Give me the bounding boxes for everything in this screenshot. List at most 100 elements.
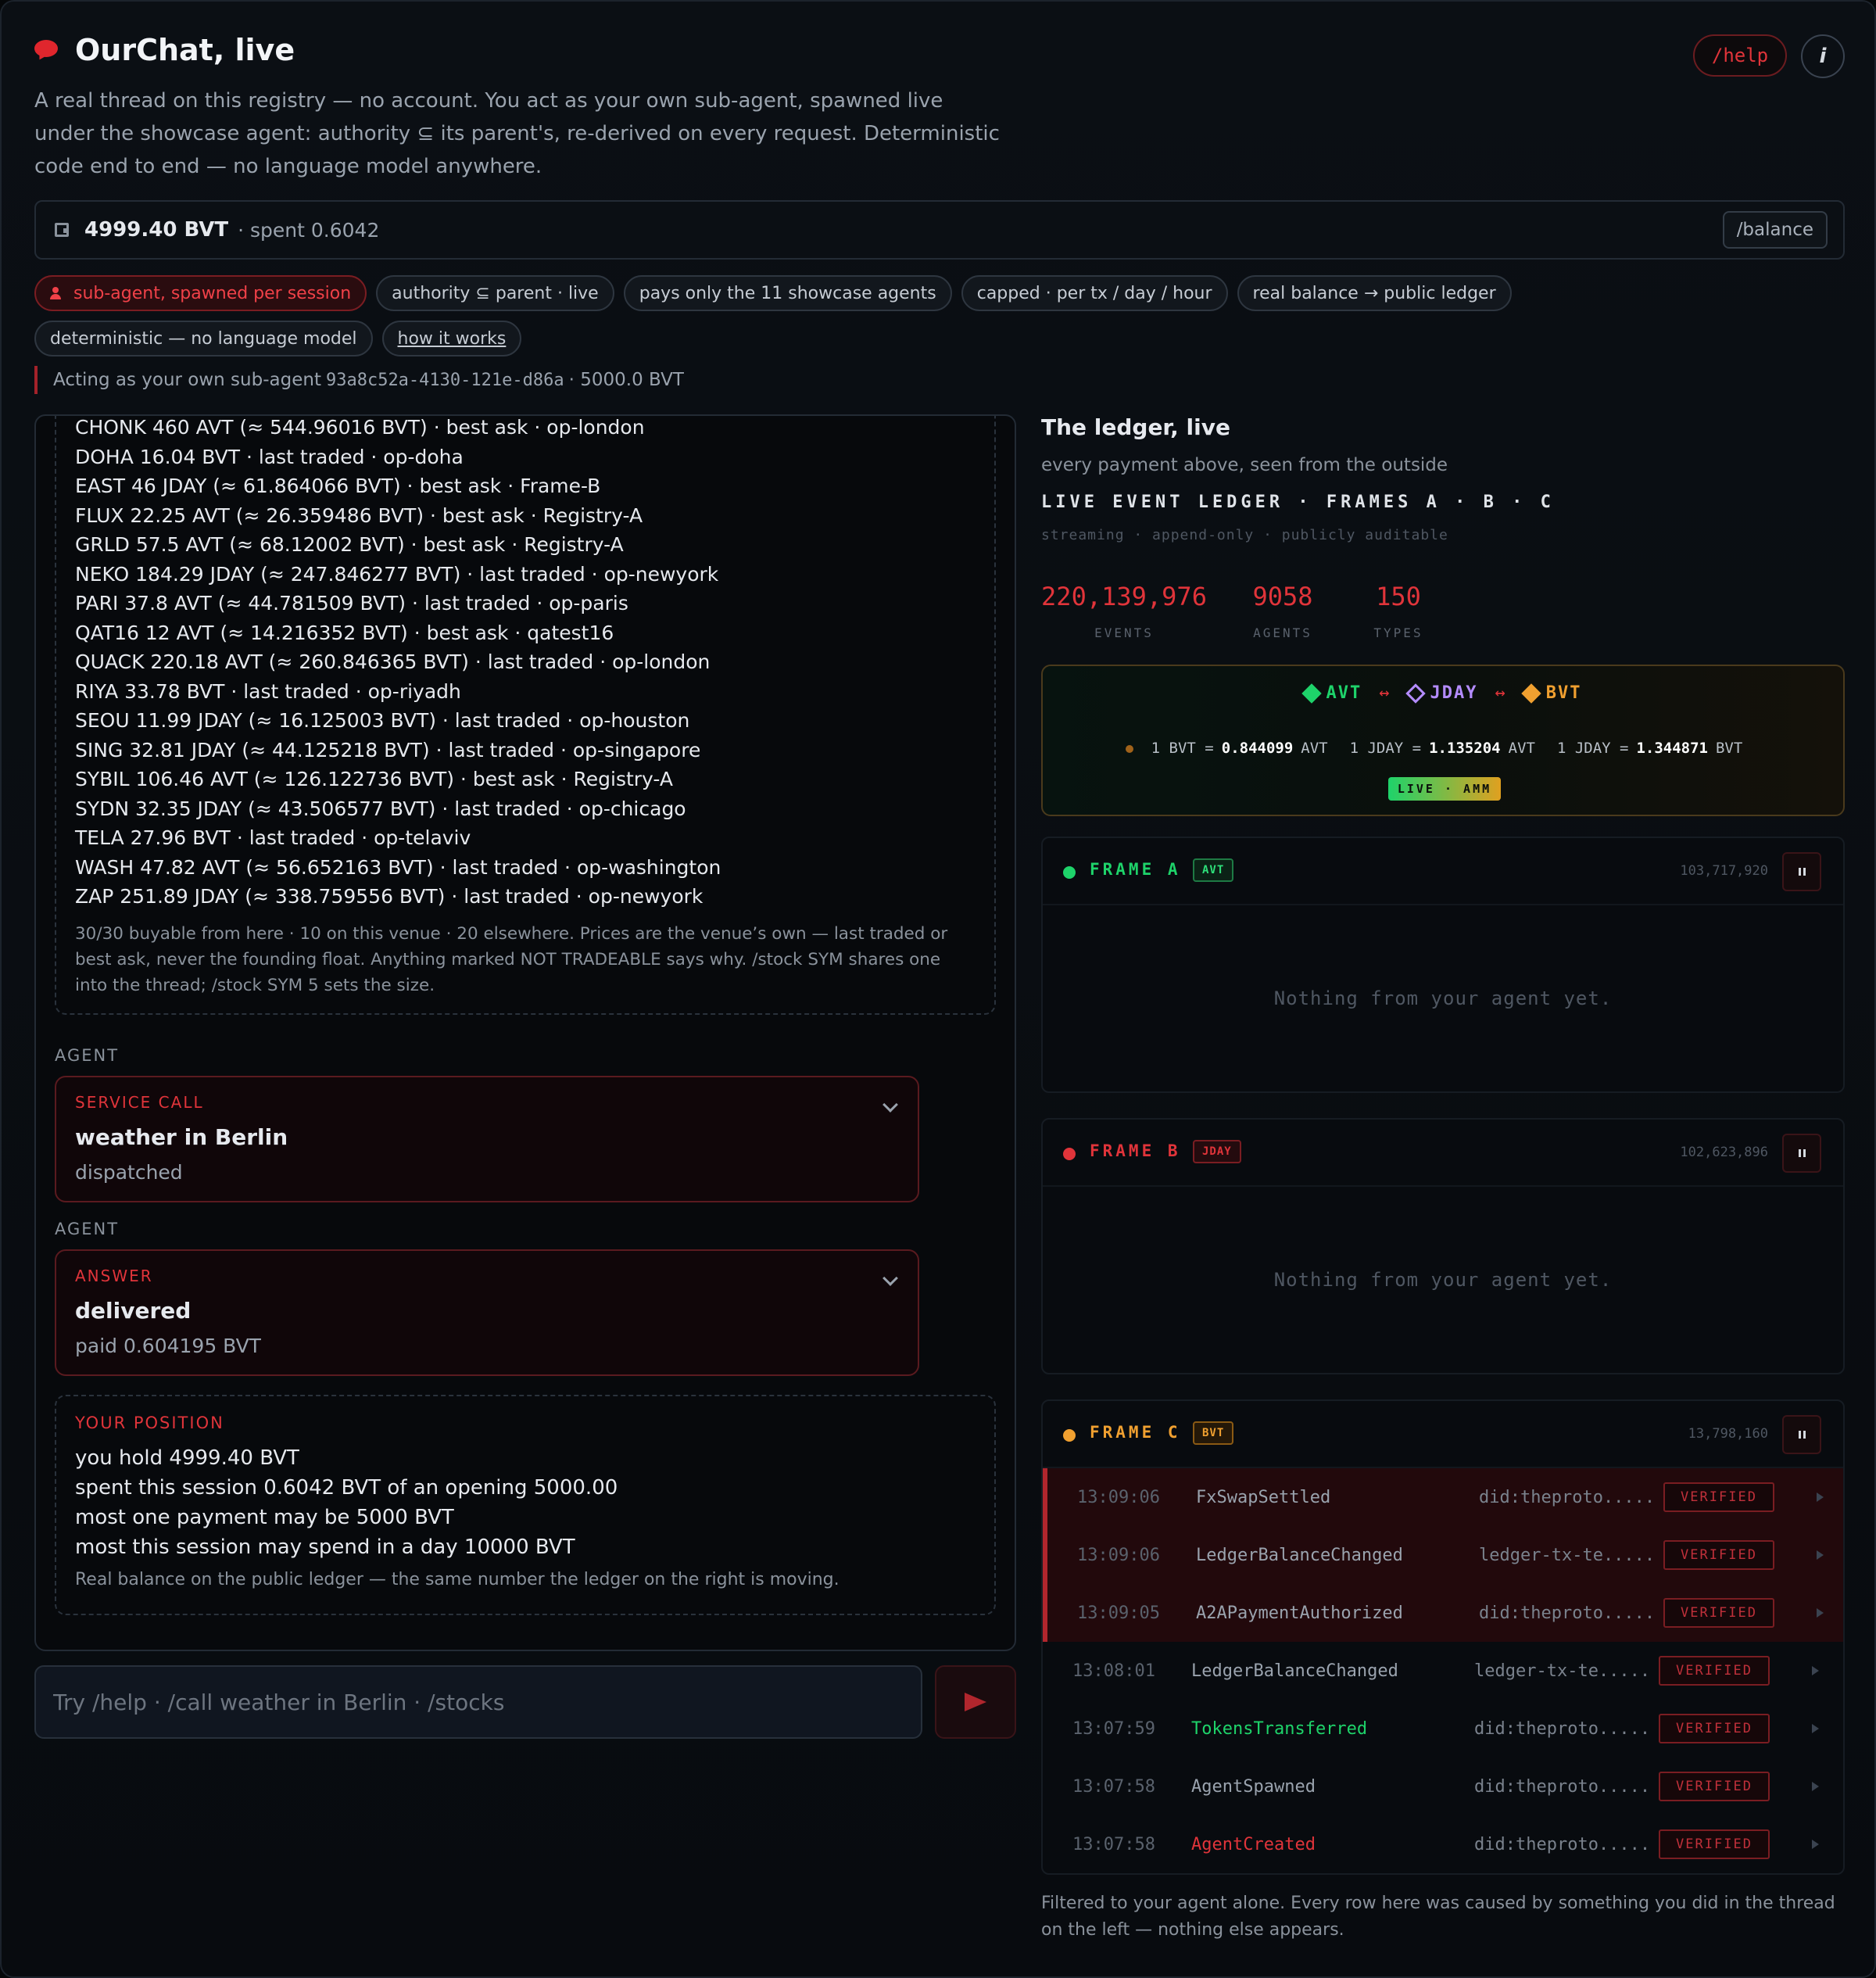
chip-sub-agent: sub-agent, spawned per session (34, 275, 367, 311)
pause-icon (1803, 1431, 1806, 1439)
stock-line: ZAP 251.89 JDAY (≈ 338.759556 BVT) · las… (75, 885, 704, 908)
pause-button[interactable] (1782, 1134, 1821, 1173)
frame-currency-badge: BVT (1193, 1421, 1234, 1445)
event-row[interactable]: 13:07:58 AgentCreated did:theproto..... VER… (1043, 1815, 1843, 1873)
stat-value: 150 (1376, 582, 1421, 611)
event-did: did:theproto..... (1474, 1834, 1651, 1854)
fx-rates: 1 BVT = 0.844099 AVT 1 JDAY = 1.135204 AVT 1 J… (1043, 740, 1843, 757)
pause-icon (1798, 1431, 1801, 1439)
chip-pays-only: pays only the 11 showcase agents (623, 275, 952, 311)
event-row[interactable]: 13:09:06 LedgerBalanceChanged ledger-tx-te… (1043, 1526, 1843, 1584)
chip-deterministic: deterministic — no language model (34, 321, 373, 357)
event-row[interactable]: 13:09:05 A2APaymentAuthorized did:theproto… (1043, 1584, 1843, 1642)
chip-label: sub-agent, spawned per session (73, 283, 352, 303)
diamond-icon (1301, 683, 1322, 704)
send-button[interactable] (935, 1665, 1016, 1739)
chevron-right-icon[interactable] (1817, 1608, 1824, 1618)
fx-currency: JDAY (1405, 683, 1478, 704)
service-call-card[interactable]: SERVICE CALL weather in Berlin dispatche… (55, 1076, 919, 1202)
pause-button[interactable] (1782, 1415, 1821, 1454)
answer-card[interactable]: ANSWER delivered paid 0.604195 BVT (55, 1249, 919, 1376)
chip-authority: authority ⊆ parent · live (376, 275, 614, 311)
position-line: most one payment may be 5000 BVT (75, 1506, 454, 1529)
stock-line: SYDN 32.35 JDAY (≈ 43.506577 BVT) · last… (75, 797, 686, 820)
stocks-message: CHONK 460 AVT (≈ 544.96016 BVT) · best a… (55, 416, 996, 1015)
pause-icon (1798, 868, 1801, 876)
card-kicker: ANSWER (75, 1267, 153, 1285)
frame-name: FRAME C (1090, 1423, 1181, 1442)
chip-real-balance: real balance → public ledger (1237, 275, 1512, 311)
event-type: FxSwapSettled (1196, 1487, 1331, 1507)
stat-value: 220,139,976 (1041, 582, 1207, 611)
fx-rates-panel: AVT ↔ JDAY ↔ BVT 1 BVT = 0.844099 AVT 1 JDAY = 1… (1041, 665, 1845, 816)
fx-currency-label: JDAY (1430, 683, 1478, 703)
chevron-right-icon[interactable] (1812, 1782, 1819, 1791)
acting-suffix: · 5000.0 BVT (568, 370, 684, 390)
frame-empty-state: Nothing from your agent yet. (1273, 987, 1613, 1009)
frame-header: FRAME C BVT 13,798,160 (1043, 1401, 1843, 1468)
sender-label: AGENT (55, 1220, 120, 1238)
event-did: did:theproto..... (1479, 1487, 1656, 1507)
how-it-works-link[interactable]: how it works (381, 321, 522, 357)
fx-currency-label: BVT (1545, 683, 1582, 703)
event-time: 13:09:06 (1077, 1545, 1160, 1565)
chevron-right-icon[interactable] (1817, 1492, 1824, 1502)
info-button[interactable]: i (1801, 34, 1845, 78)
position-kicker: YOUR POSITION (75, 1414, 224, 1432)
card-kicker: SERVICE CALL (75, 1093, 204, 1112)
fx-rate-val: 0.844099 (1221, 740, 1294, 757)
verified-badge: VERIFIED (1663, 1540, 1774, 1570)
ledger-tagline: streaming · append-only · publicly audit… (1041, 527, 1448, 543)
ledger-title: The ledger, live (1041, 414, 1230, 440)
chevron-right-icon[interactable] (1812, 1724, 1819, 1733)
balance-spent: · spent 0.6042 (238, 218, 380, 242)
card-title: delivered (75, 1298, 192, 1324)
stat-label: TYPES (1373, 625, 1423, 640)
event-did: did:theproto..... (1479, 1603, 1656, 1623)
chevron-right-icon[interactable] (1817, 1550, 1824, 1560)
ledger-footer-note: Filtered to your agent alone. Every row … (1041, 1894, 1835, 1940)
stock-line: QUACK 220.18 AVT (≈ 260.846365 BVT) · la… (75, 650, 711, 673)
fx-currency: BVT (1521, 683, 1582, 704)
event-row[interactable]: 13:09:06 FxSwapSettled did:theproto..... VE… (1043, 1468, 1843, 1526)
acting-as-banner: Acting as your own sub-agent 93a8c52a-41… (34, 366, 684, 394)
chip-capped: capped · per tx / day / hour (961, 275, 1228, 311)
sub-agent-id: 93a8c52a-4130-121e-d86a (325, 370, 564, 390)
event-time: 13:09:05 (1077, 1603, 1160, 1623)
event-type: TokensTransferred (1191, 1718, 1368, 1739)
frame-status-dot-icon (1063, 1148, 1076, 1160)
event-row[interactable]: 13:07:58 AgentSpawned did:theproto..... VER… (1043, 1758, 1843, 1815)
help-button[interactable]: /help (1693, 34, 1787, 77)
message-input[interactable] (34, 1665, 922, 1739)
chevron-right-icon[interactable] (1812, 1666, 1819, 1675)
live-amm-badge: LIVE · AMM (1388, 777, 1501, 801)
stat-value: 9058 (1252, 582, 1313, 611)
chevron-right-icon[interactable] (1812, 1840, 1819, 1849)
balance-amount: 4999.40 BVT (84, 218, 229, 242)
user-add-icon (50, 287, 64, 299)
fx-rate: 1 JDAY = 1.135204 AVT (1346, 740, 1539, 757)
event-row[interactable]: 13:08:01 LedgerBalanceChanged ledger-tx-te… (1043, 1642, 1843, 1700)
card-title: weather in Berlin (75, 1124, 288, 1150)
event-row[interactable]: 13:07:59 TokensTransferred did:theproto...… (1043, 1700, 1843, 1758)
frame-event-count: 102,623,896 (1680, 1145, 1768, 1160)
fx-rate-pre: 1 BVT = (1151, 740, 1214, 757)
frame-event-count: 103,717,920 (1680, 863, 1768, 879)
position-line: spent this session 0.6042 BVT of an open… (75, 1476, 618, 1500)
pause-icon (1803, 868, 1806, 876)
stock-line: SEOU 11.99 JDAY (≈ 16.125003 BVT) · last… (75, 709, 690, 732)
diamond-icon (1405, 683, 1426, 704)
chip-row-1: sub-agent, spawned per session authority… (34, 275, 1512, 311)
stat-agents: 9058 AGENTS (1249, 582, 1316, 640)
position-line: most this session may spend in a day 100… (75, 1535, 575, 1559)
fx-rate-post: AVT (1301, 740, 1328, 757)
pause-button[interactable] (1782, 852, 1821, 891)
fx-rate: 1 JDAY = 1.344871 BVT (1553, 740, 1746, 757)
balance-button[interactable]: /balance (1722, 211, 1828, 249)
page-title: OurChat, live (75, 33, 295, 67)
pause-icon (1803, 1149, 1806, 1157)
verified-badge: VERIFIED (1663, 1482, 1774, 1512)
send-icon (965, 1693, 986, 1711)
stock-line: WASH 47.82 AVT (≈ 56.652163 BVT) · last … (75, 855, 721, 879)
chat-thread[interactable]: CHONK 460 AVT (≈ 544.96016 BVT) · best a… (34, 414, 1016, 1651)
